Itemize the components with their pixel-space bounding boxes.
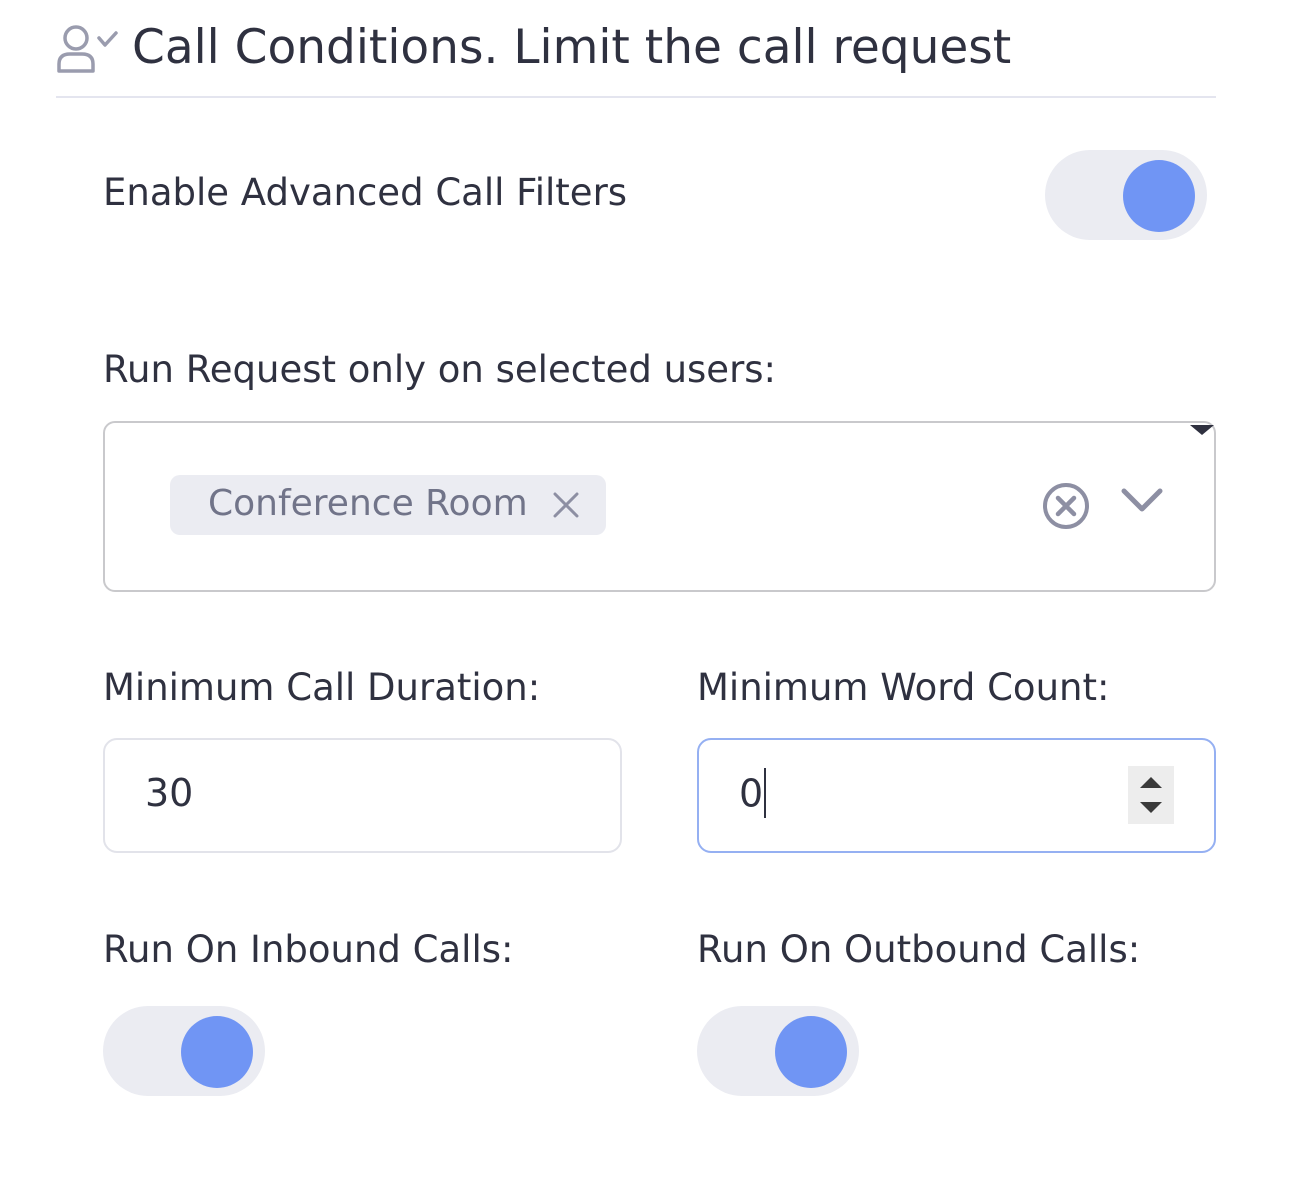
selected-user-chip: Conference Room <box>170 475 606 535</box>
toggle-knob <box>1123 160 1195 232</box>
min-duration-input[interactable]: 30 <box>103 738 622 853</box>
stepper-up-icon[interactable] <box>1140 777 1162 788</box>
min-word-count-label: Minimum Word Count: <box>697 666 1110 709</box>
users-select-label: Run Request only on selected users: <box>103 348 777 391</box>
remove-chip-icon[interactable] <box>550 489 582 521</box>
toggle-knob <box>181 1016 253 1088</box>
text-caret <box>764 768 767 818</box>
section-header: Call Conditions. Limit the call request <box>56 18 1216 98</box>
call-conditions-panel: Call Conditions. Limit the call request … <box>0 0 1306 1190</box>
outbound-toggle[interactable] <box>697 1006 859 1096</box>
min-word-count-value-wrap: 0 <box>739 768 767 821</box>
chip-label: Conference Room <box>208 483 528 524</box>
select-corner-marker <box>1190 425 1214 435</box>
toggle-knob <box>775 1016 847 1088</box>
advanced-filters-label: Enable Advanced Call Filters <box>103 171 628 214</box>
min-word-count-input[interactable]: 0 <box>697 738 1216 853</box>
min-duration-value: 30 <box>145 771 194 815</box>
clear-circle-icon[interactable] <box>1041 481 1091 531</box>
page-title: Call Conditions. Limit the call request <box>132 20 1012 75</box>
inbound-toggle[interactable] <box>103 1006 265 1096</box>
outbound-label: Run On Outbound Calls: <box>697 928 1141 971</box>
advanced-filters-toggle[interactable] <box>1045 150 1207 240</box>
users-multiselect[interactable]: Conference Room <box>103 421 1216 592</box>
user-check-icon <box>57 25 118 73</box>
min-duration-label: Minimum Call Duration: <box>103 666 541 709</box>
stepper-down-icon[interactable] <box>1140 802 1162 813</box>
number-stepper[interactable] <box>1128 766 1174 824</box>
inbound-label: Run On Inbound Calls: <box>103 928 514 971</box>
min-word-count-value: 0 <box>739 771 764 816</box>
chevron-down-icon[interactable] <box>1119 485 1165 515</box>
